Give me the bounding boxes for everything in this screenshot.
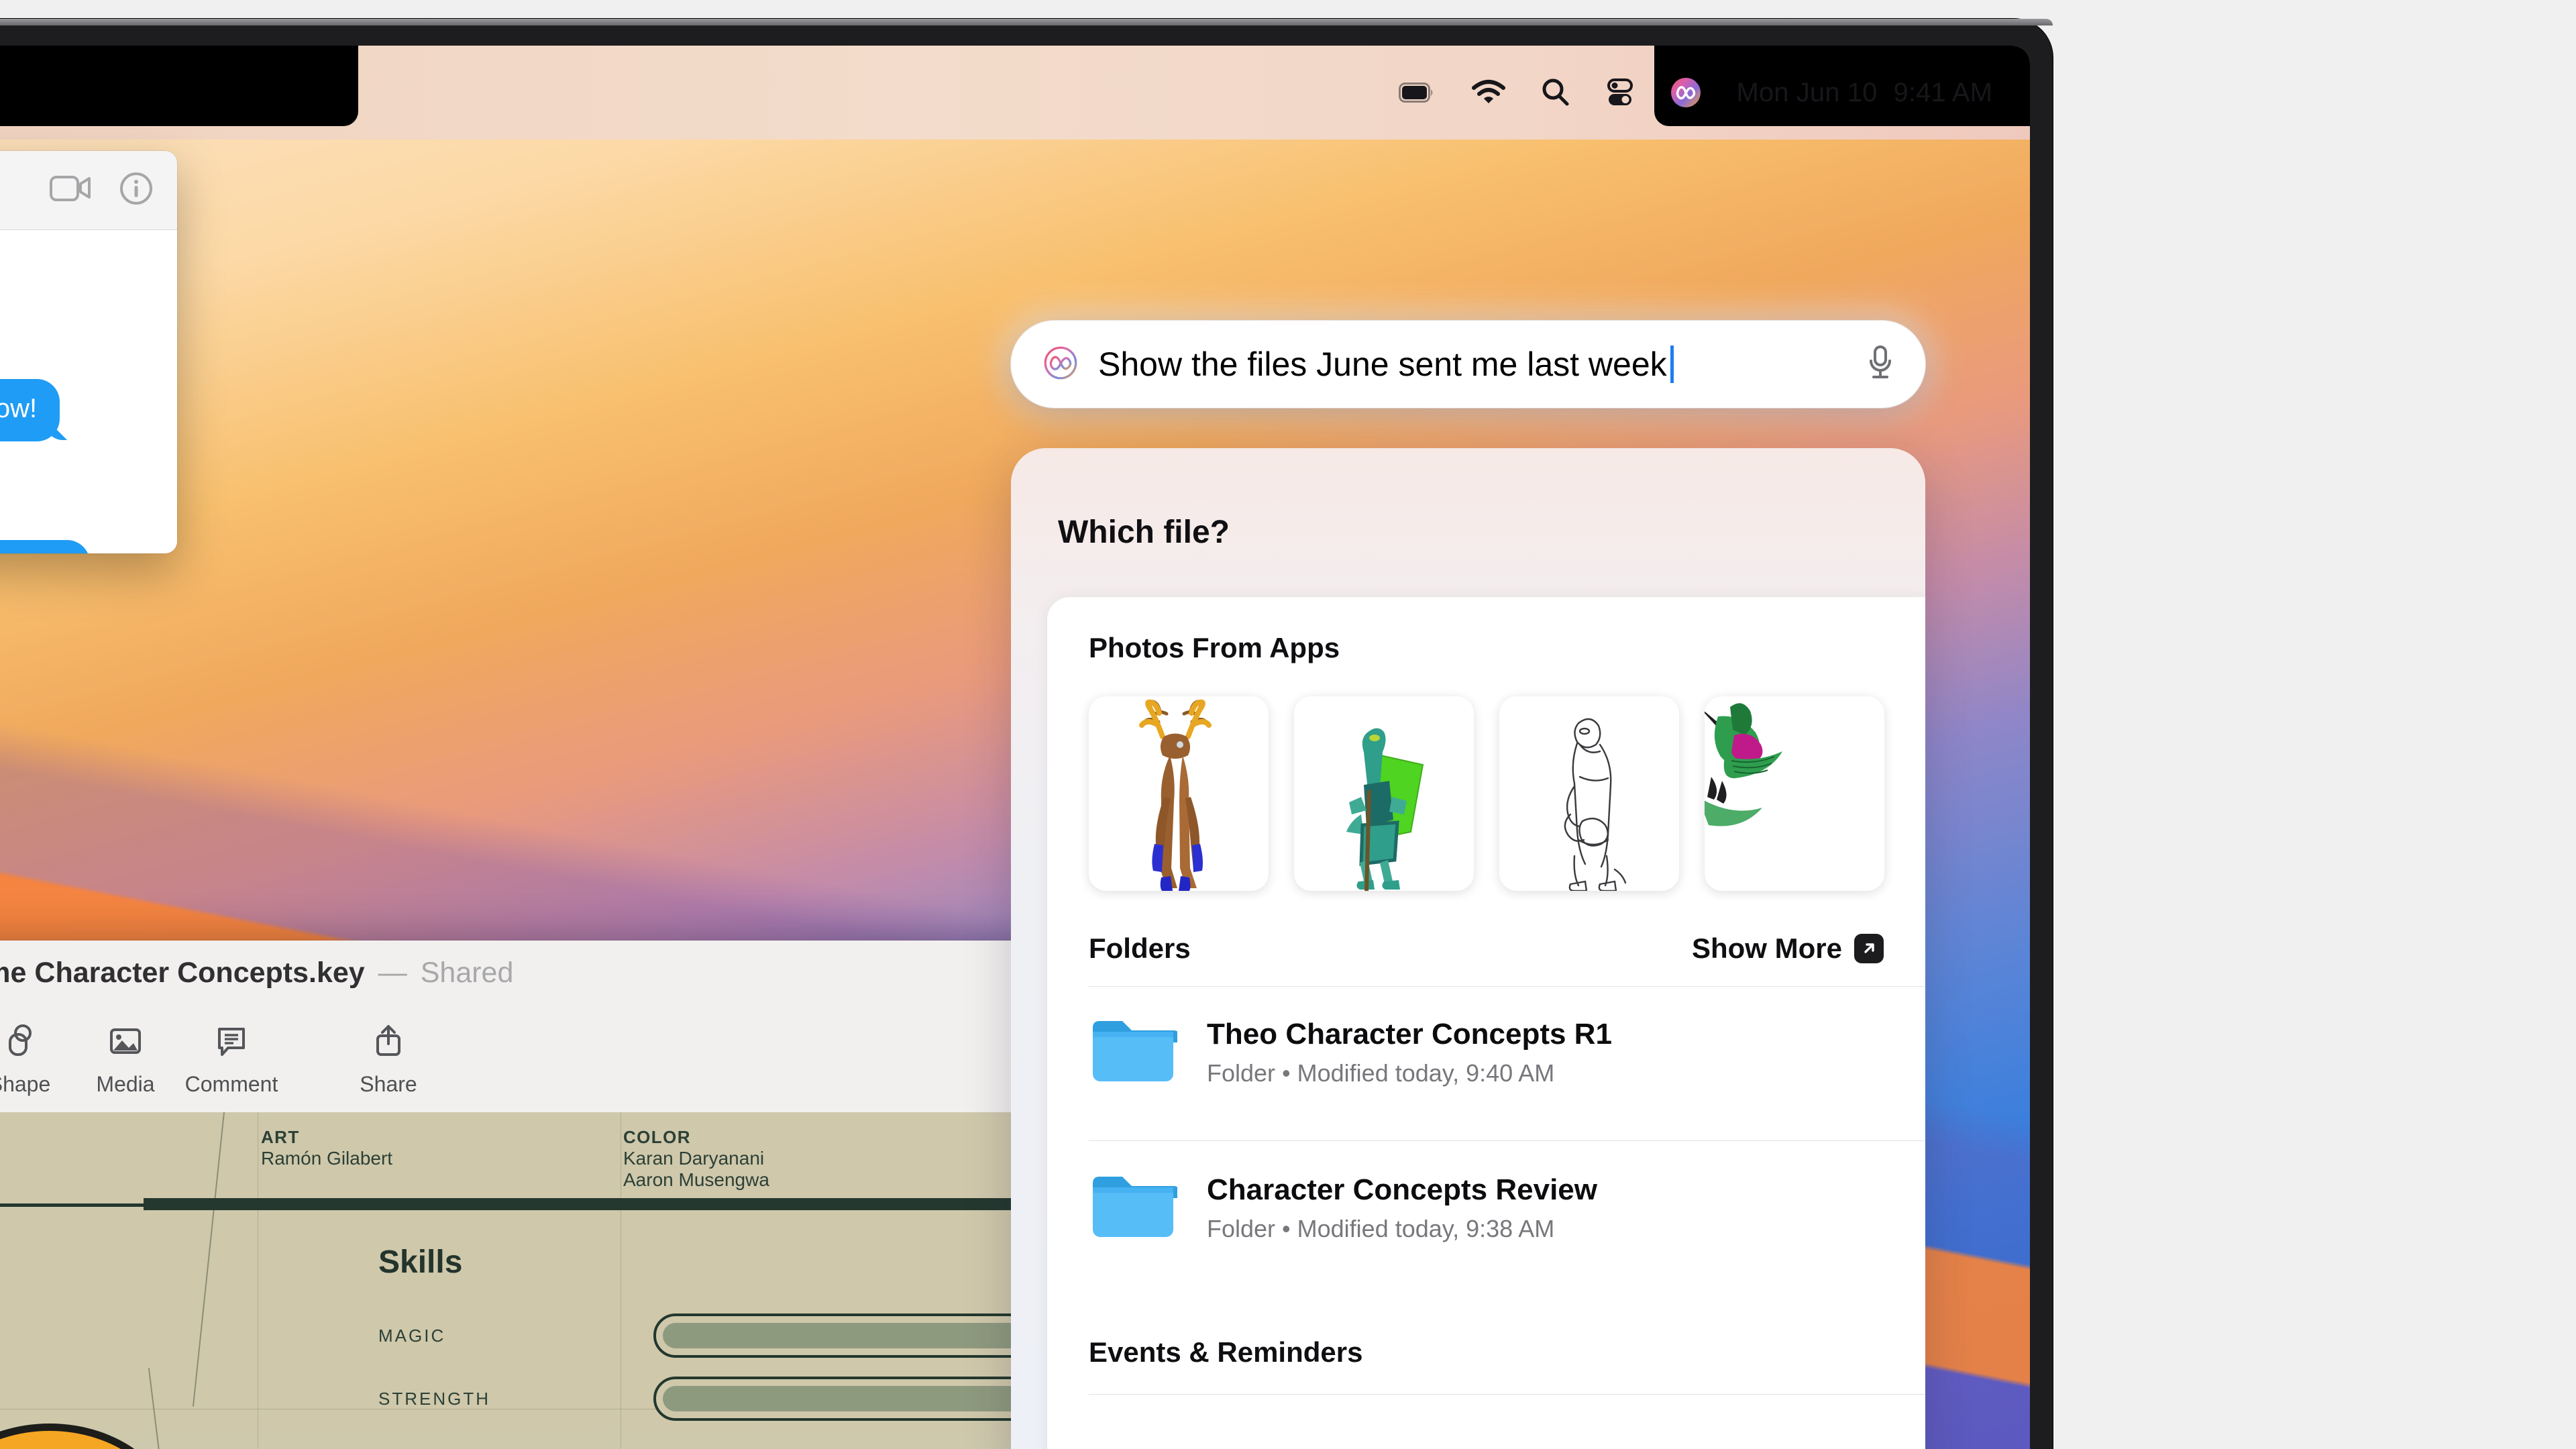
message-bubble-partial[interactable]: [0, 540, 90, 553]
panel-question: Which file?: [1058, 515, 1230, 550]
bezel-top-edge: [0, 19, 2053, 25]
photo-thumbnail-green-lizard-character[interactable]: [1294, 696, 1474, 891]
info-circle-icon[interactable]: [119, 172, 153, 209]
siri-query-input[interactable]: Show the files June sent me last week: [1098, 345, 1845, 384]
macbook-chassis: Mon Jun 10 9:41 AM ow! e Character Conce…: [0, 19, 2053, 1449]
slide-decorative-curve: [192, 1112, 228, 1407]
keynote-tool-media[interactable]: Media: [72, 1021, 178, 1097]
shape-icon: [9, 1024, 32, 1056]
show-more-button[interactable]: Show More: [1692, 932, 1884, 965]
keynote-toolbar: ble Chart A Text: [0, 1005, 1042, 1112]
photos-thumbnail-row[interactable]: [1089, 696, 1925, 891]
slide-credit-art: ART Ramón Gilabert: [261, 1127, 392, 1169]
keynote-tool-share[interactable]: Share: [335, 1021, 441, 1097]
notch-left: [0, 46, 358, 126]
screen: Mon Jun 10 9:41 AM ow! e Character Conce…: [0, 46, 2030, 1449]
folders-section-header: Folders Show More: [1089, 932, 1884, 965]
menu-bar: Mon Jun 10 9:41 AM: [1398, 46, 1993, 140]
show-more-label: Show More: [1691, 932, 1842, 964]
folder-text-block: Character Concepts Review Folder • Modif…: [1207, 1173, 1597, 1243]
slide-credit-color: COLOR Karan Daryanani Aaron Musengwa: [623, 1127, 769, 1191]
microphone-icon[interactable]: [1865, 343, 1896, 386]
skill-label-magic: MAGIC: [378, 1326, 446, 1346]
credit-name: Aaron Musengwa: [623, 1169, 769, 1190]
text-caret: [1670, 345, 1674, 383]
section-divider: [1089, 1140, 1925, 1141]
keynote-slide-canvas[interactable]: ART Ramón Gilabert COLOR Karan Daryanani…: [0, 1112, 1042, 1449]
skill-bar-strength: [653, 1377, 1042, 1421]
keynote-document-name: st Puzzle Game Character Concepts.key: [0, 956, 365, 989]
photo-thumbnail-antlered-deer-character[interactable]: [1089, 696, 1269, 891]
wifi-icon[interactable]: [1471, 79, 1506, 106]
messages-titlebar: [0, 151, 177, 230]
message-bubble[interactable]: let's catch up tomorrow!: [0, 379, 60, 441]
folder-text-block: Theo Character Concepts R1 Folder • Modi…: [1207, 1018, 1612, 1087]
keynote-tool-shape[interactable]: Shape: [0, 1021, 72, 1097]
media-icon: [110, 1028, 141, 1054]
control-center-icon[interactable]: [1605, 78, 1635, 107]
keynote-tool-comment[interactable]: Comment: [178, 1021, 284, 1097]
slide-character-artwork: [0, 1424, 177, 1449]
menubar-time: 9:41 AM: [1893, 77, 1992, 107]
slide-skills-title: Skills: [378, 1244, 463, 1280]
skill-bar-magic: [653, 1313, 1042, 1358]
folder-icon: [1089, 1169, 1180, 1247]
siri-search-bar[interactable]: Show the files June sent me last week: [1011, 321, 1925, 408]
comment-icon: [218, 1027, 245, 1056]
messages-window[interactable]: let's catch up tomorrow!: [0, 151, 177, 553]
keynote-window[interactable]: st Puzzle Game Character Concepts.key — …: [0, 941, 1042, 1449]
external-link-icon: [1854, 934, 1884, 963]
folder-list-item[interactable]: Theo Character Concepts R1 Folder • Modi…: [1089, 1013, 1925, 1091]
keynote-tool-label: Media: [96, 1071, 155, 1096]
siri-icon: [1043, 345, 1078, 384]
credit-role: ART: [261, 1127, 300, 1147]
keynote-title-dash: —: [378, 956, 407, 989]
folder-meta: Folder • Modified today, 9:40 AM: [1207, 1059, 1555, 1087]
siri-icon[interactable]: [1670, 76, 1702, 109]
keynote-tool-label: Share: [360, 1071, 417, 1096]
results-card: Photos From Apps Folders Show More Theo …: [1047, 597, 1925, 1449]
skill-label-strength: STRENGTH: [378, 1389, 490, 1409]
siri-query-text: Show the files June sent me last week: [1098, 345, 1667, 383]
photos-section-title: Photos From Apps: [1089, 632, 1340, 663]
slide-accent-bar: [144, 1198, 1042, 1210]
battery-icon[interactable]: [1398, 83, 1436, 103]
keynote-shared-badge: Shared: [420, 956, 514, 989]
share-icon: [376, 1024, 400, 1056]
menubar-date: Mon Jun 10: [1736, 77, 1878, 107]
section-divider: [1089, 986, 1925, 987]
credit-name: Karan Daryanani: [623, 1148, 765, 1169]
keynote-titlebar: st Puzzle Game Character Concepts.key — …: [0, 941, 1042, 1005]
skill-fill: [663, 1386, 1042, 1411]
keynote-tool-label: Comment: [184, 1071, 278, 1096]
folder-name: Character Concepts Review: [1207, 1173, 1597, 1206]
video-camera-icon[interactable]: [50, 174, 91, 206]
keynote-tool-label: Shape: [0, 1071, 51, 1096]
folder-list-item[interactable]: Character Concepts Review Folder • Modif…: [1089, 1169, 1925, 1247]
search-icon[interactable]: [1541, 78, 1570, 107]
folder-name: Theo Character Concepts R1: [1207, 1017, 1612, 1051]
credit-role: COLOR: [623, 1127, 691, 1147]
section-divider: [1089, 1394, 1925, 1395]
siri-results-panel: Which file? Photos From Apps Folders Sho…: [1011, 448, 1925, 1449]
skill-fill: [663, 1323, 1042, 1348]
photo-thumbnail-sketch-bear-character[interactable]: [1499, 696, 1679, 891]
folder-meta: Folder • Modified today, 9:38 AM: [1207, 1214, 1555, 1242]
messages-conversation: let's catch up tomorrow!: [0, 230, 177, 553]
photo-thumbnail-green-bird-character[interactable]: [1705, 696, 1884, 891]
credit-name: Ramón Gilabert: [261, 1148, 393, 1169]
events-section-title: Events & Reminders: [1089, 1336, 1363, 1368]
folder-icon: [1089, 1013, 1180, 1091]
folders-section-title: Folders: [1089, 932, 1191, 964]
menubar-clock[interactable]: Mon Jun 10 9:41 AM: [1737, 78, 1993, 108]
